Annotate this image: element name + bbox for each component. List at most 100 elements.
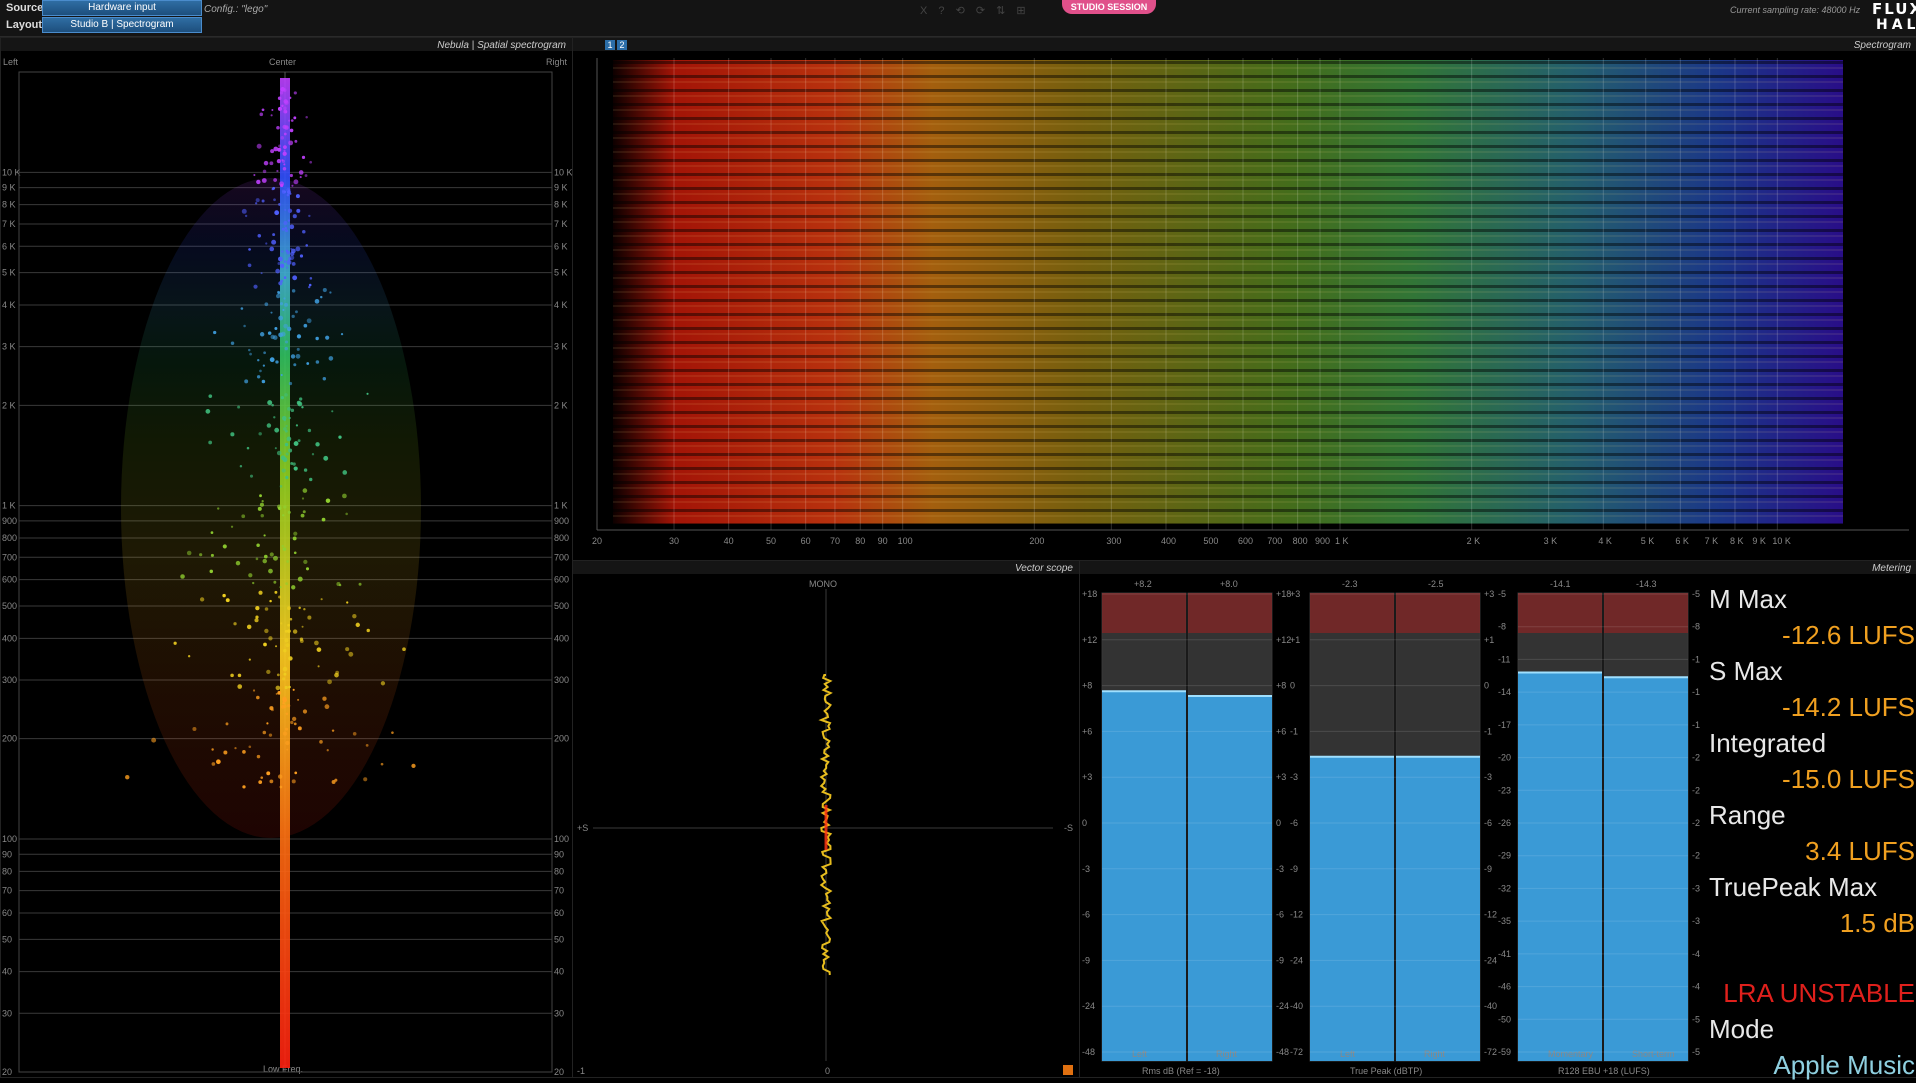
layout-selector[interactable]: Studio B | Spectrogram — [42, 17, 202, 33]
nebula-particle — [286, 436, 292, 442]
nebula-particle — [299, 397, 303, 401]
nebula-particle — [328, 356, 334, 361]
nebula-particle — [289, 128, 294, 133]
nebula-plot[interactable]: 10 K 10 K 9 K 9 K 8 K 8 K 7 K 7 K 6 K 6 K 5 K 5 K 4 … — [1, 38, 572, 1077]
nebula-particle — [293, 551, 297, 555]
nebula-particle — [308, 283, 312, 287]
meter-scale-left: -11 — [1498, 654, 1510, 664]
nebula-particle — [299, 637, 304, 641]
nebula-particle — [235, 560, 241, 566]
nebula-particle — [266, 423, 272, 428]
nebula-particle — [255, 557, 259, 561]
nebula-panel: Nebula | Spatial spectrogram Left Center… — [0, 37, 573, 1078]
nebula-particle — [309, 277, 313, 280]
nebula-particle — [298, 606, 301, 610]
nebula-particle — [287, 219, 291, 222]
nebula-particle — [291, 262, 296, 266]
meter-level-bar — [1604, 677, 1688, 1061]
config-name[interactable]: Config.: "lego" — [204, 4, 267, 15]
nebula-particle — [217, 507, 220, 510]
nebula-particle — [273, 198, 276, 202]
toolbar-icons[interactable]: X ? ⟲ ⟳ ⇅ ⊞ — [920, 4, 1030, 17]
nebula-particle — [315, 360, 320, 364]
nebula-particle — [287, 704, 291, 708]
spectrogram-tab-2[interactable]: 2 — [617, 40, 627, 50]
nebula-particle — [303, 608, 306, 611]
nebula-particle — [263, 351, 266, 355]
nebula-freq-label-right: 8 K — [554, 200, 568, 210]
mode-value[interactable]: Apple Music — [1709, 1047, 1915, 1083]
nebula-particle — [247, 263, 252, 268]
nebula-particle — [276, 125, 280, 130]
meter-headroom-zone — [1102, 633, 1186, 692]
studio-session-badge[interactable]: STUDIO SESSION — [1062, 0, 1156, 14]
meter-channel-right: Short-term — [1632, 1049, 1675, 1059]
lra-status: LRA UNSTABLE — [1723, 978, 1915, 1008]
spectrogram-freq-label: 1 K — [1335, 536, 1349, 546]
nebula-particle — [282, 514, 285, 517]
m-max-label: M Max — [1709, 584, 1787, 614]
spectrogram-freq-label: 5 K — [1641, 536, 1655, 546]
nebula-freq-label-left: 40 — [2, 967, 12, 977]
spectrogram-tab-1[interactable]: 1 — [605, 40, 615, 50]
nebula-particle — [293, 441, 299, 446]
nebula-particle — [303, 468, 308, 472]
nebula-particle — [283, 190, 287, 194]
meter-scale-right: -72 — [1484, 1047, 1497, 1057]
nebula-particle — [279, 485, 283, 488]
nebula-freq-label-right: 9 K — [554, 183, 568, 193]
nebula-freq-label-left: 6 K — [2, 241, 16, 251]
nebula-particle — [264, 302, 269, 307]
meter-scale-right: +18 — [1276, 589, 1291, 599]
nebula-particle — [264, 628, 269, 634]
nebula-particle — [325, 498, 331, 503]
nebula-particle — [271, 187, 275, 191]
nebula-freq-label-right: 50 — [554, 934, 564, 944]
vectorscope-plot[interactable] — [573, 575, 1079, 1075]
nebula-particle — [283, 323, 288, 329]
nebula-particle — [249, 352, 252, 356]
nebula-particle — [283, 648, 287, 653]
meter-scale-left: -46 — [1498, 982, 1511, 992]
nebula-particle — [261, 199, 265, 203]
meter-scale-left: -41 — [1498, 949, 1511, 959]
nebula-particle — [289, 96, 292, 99]
meter-scale-left: -17 — [1498, 720, 1511, 730]
nebula-particle — [255, 615, 259, 619]
meter-peak-right: -2.5 — [1428, 579, 1444, 589]
nebula-particle — [211, 748, 214, 751]
nebula-particle — [296, 334, 302, 339]
nebula-freq-label-left: 80 — [2, 866, 12, 876]
nebula-particle — [286, 259, 292, 265]
nebula-particle — [297, 698, 300, 701]
meter-channel-left: Left — [1340, 1049, 1356, 1059]
nebula-particle — [302, 510, 306, 514]
mode-label[interactable]: Mode — [1709, 1011, 1915, 1047]
meter-overload-zone — [1188, 593, 1272, 633]
vectorscope-panel: Vector scope MONO +S -S -1 0 — [572, 560, 1080, 1078]
nebula-particle — [293, 91, 297, 95]
nebula-freq-label-left: 9 K — [2, 183, 16, 193]
nebula-particle — [315, 336, 319, 341]
meter-scale-left: -40 — [1290, 1001, 1303, 1011]
nebula-particle — [281, 544, 285, 548]
nebula-particle — [290, 461, 294, 465]
nebula-particle — [274, 447, 277, 450]
nebula-particle — [329, 291, 332, 294]
nebula-particle — [321, 517, 326, 522]
nebula-particle — [297, 726, 302, 731]
nebula-particle — [254, 618, 259, 623]
nebula-particle — [293, 116, 297, 120]
nebula-particle — [285, 475, 289, 480]
spectrogram-plot[interactable]: 20 30 40 50 60 70 80 90 100 200 300 400 500 600 700 800… — [573, 52, 1916, 558]
nebula-particle — [281, 159, 284, 162]
nebula-particle — [295, 246, 301, 252]
nebula-particle — [283, 297, 286, 300]
meter-scale-left: 0 — [1082, 818, 1087, 828]
meter-scale-right: -59 — [1692, 1047, 1700, 1057]
nebula-freq-label-right: 2 K — [554, 400, 568, 410]
meter-scale-left: -24 — [1082, 1001, 1095, 1011]
metering-panel: Metering +8.2 +8.0 Left Right Rms dB (Ref = … — [1079, 560, 1916, 1080]
source-selector[interactable]: Hardware input — [42, 0, 202, 16]
nebula-particle — [285, 452, 289, 456]
